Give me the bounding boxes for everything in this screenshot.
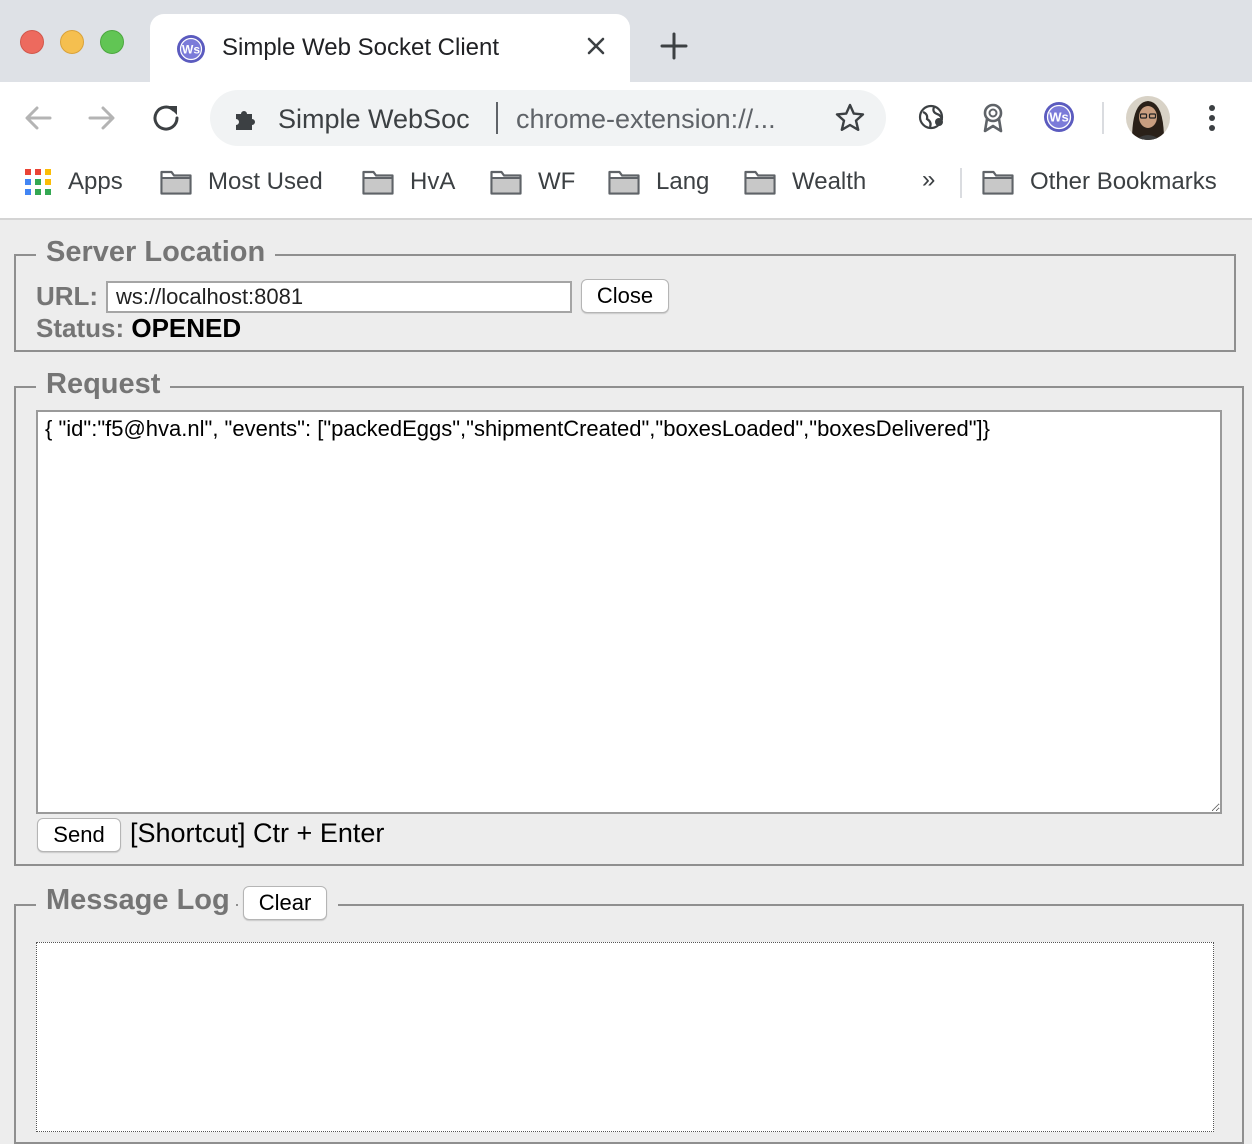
address-bar[interactable]: Simple WebSoc chrome-extension://... (210, 90, 886, 146)
clear-log-button[interactable]: Clear (243, 886, 327, 920)
bookmark-most-used[interactable]: Most Used (160, 166, 323, 198)
shortcut-hint: [Shortcut] Ctr + Enter (130, 818, 385, 848)
bookmark-wealth[interactable]: Wealth (744, 166, 866, 198)
request-body-textarea[interactable]: { "id":"f5@hva.nl", "events": ["packedEg… (36, 410, 1222, 814)
send-button[interactable]: Send (37, 818, 121, 852)
server-location-legend: Server Location (36, 236, 276, 269)
request-legend: Request (36, 368, 171, 401)
award-extension-icon[interactable] (976, 100, 1010, 134)
puzzle-extension-icon (236, 111, 255, 130)
profile-avatar[interactable] (1126, 96, 1170, 140)
browser-toolbar: Simple WebSoc chrome-extension://... Ws (0, 82, 1252, 154)
bookmarks-divider (960, 168, 962, 198)
plus-icon (660, 32, 688, 60)
folder-icon (744, 170, 776, 195)
tab-strip: Ws Simple Web Socket Client (0, 0, 1252, 82)
tab-title: Simple Web Socket Client (222, 34, 500, 61)
bookmark-label: WF (538, 168, 576, 195)
bookmark-lang[interactable]: Lang (608, 166, 709, 198)
back-arrow-icon[interactable] (18, 98, 58, 138)
globe-extension-icon[interactable] (914, 100, 948, 134)
apps-grid-icon (25, 169, 51, 195)
bookmark-other[interactable]: Other Bookmarks (982, 166, 1217, 198)
bookmark-label: Apps (68, 168, 123, 195)
bookmarks-overflow-button[interactable]: » (922, 166, 935, 194)
svg-text:Ws: Ws (1049, 110, 1069, 125)
status-label: Status: (36, 313, 125, 343)
forward-arrow-icon[interactable] (82, 98, 122, 138)
bookmark-label: Most Used (208, 168, 323, 195)
omnibox-url[interactable]: chrome-extension://... (516, 104, 776, 135)
folder-icon (608, 170, 640, 195)
url-input[interactable] (106, 281, 572, 313)
folder-icon (982, 170, 1014, 195)
active-tab[interactable]: Ws Simple Web Socket Client (150, 14, 630, 82)
bookmark-label: Wealth (792, 168, 867, 195)
bookmark-star-icon[interactable] (834, 102, 866, 134)
svg-text:Ws: Ws (182, 43, 200, 57)
status-value: OPENED (131, 313, 242, 343)
folder-icon (362, 170, 394, 195)
bookmark-label: Lang (656, 168, 710, 195)
minimize-window-button[interactable] (60, 30, 84, 54)
message-log-area (36, 942, 1214, 1132)
avatar-icon (1126, 96, 1170, 140)
url-label: URL: (36, 281, 99, 311)
folder-icon (160, 170, 192, 195)
bookmark-wf[interactable]: WF (490, 166, 575, 198)
close-connection-button[interactable]: Close (581, 279, 669, 313)
websocket-extension-icon[interactable]: Ws (1042, 100, 1076, 134)
bookmark-label: HvA (410, 168, 456, 195)
omnibox-divider (496, 102, 498, 134)
close-icon (587, 37, 605, 55)
bookmark-hva[interactable]: HvA (362, 166, 455, 198)
kebab-menu-icon[interactable] (1196, 100, 1228, 136)
message-log-legend: Message Log (36, 884, 236, 917)
tab-close-icon[interactable] (580, 30, 612, 62)
bookmarks-bar: Apps Most Used HvA WF Lang Wealth » Othe… (0, 154, 1252, 220)
maximize-window-button[interactable] (100, 30, 124, 54)
status-line: Status: OPENED (36, 313, 241, 344)
reload-icon[interactable] (146, 98, 186, 138)
websocket-extension-icon: Ws (177, 35, 205, 63)
omnibox-site-name: Simple WebSoc (278, 104, 470, 134)
new-tab-button[interactable] (656, 28, 692, 64)
bookmark-apps[interactable]: Apps (24, 166, 123, 198)
toolbar-divider (1102, 102, 1104, 134)
folder-icon (490, 170, 522, 195)
bookmark-label: Other Bookmarks (1030, 168, 1217, 195)
close-window-button[interactable] (20, 30, 44, 54)
